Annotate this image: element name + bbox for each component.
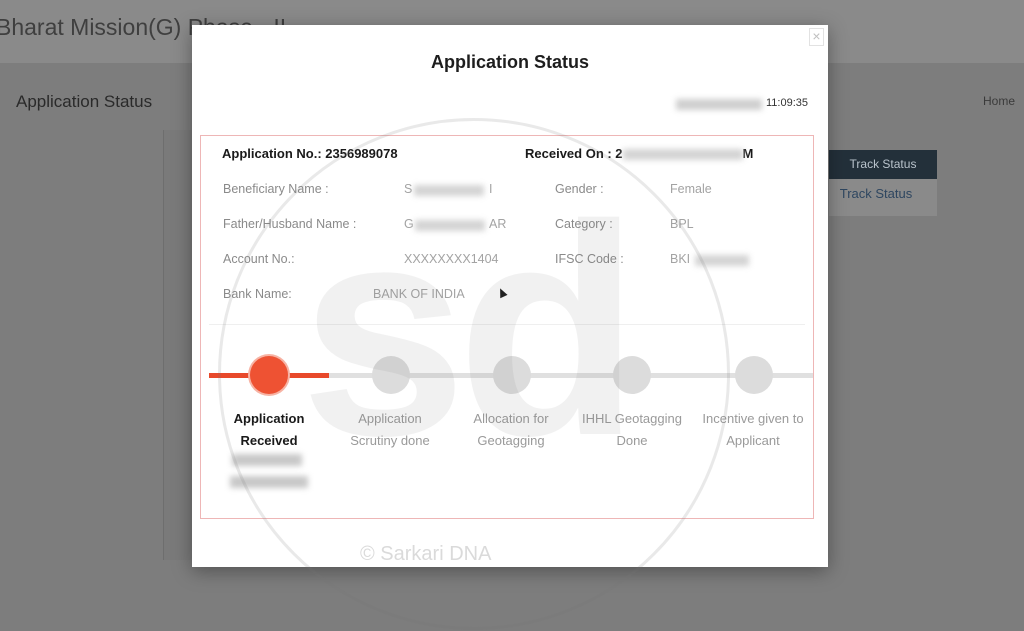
father-husband-name-redacted: [415, 220, 485, 231]
received-on-redacted: [622, 149, 743, 161]
close-icon[interactable]: ×: [809, 28, 824, 46]
step-dot-ihhl-geotagging: [613, 356, 651, 394]
bank-name-label: Bank Name:: [223, 287, 292, 301]
received-on: Received On : 2 M: [525, 146, 753, 161]
step-label-allocation-geotagging: Allocation for Geotagging: [451, 408, 571, 452]
step-label-line: Allocation for: [473, 411, 549, 426]
step-label-line: IHHL Geotagging: [582, 411, 682, 426]
step-dot-allocation-geotagging: [493, 356, 531, 394]
ifsc-code-label: IFSC Code :: [555, 252, 624, 266]
received-on-label: Received On : 2: [525, 146, 623, 161]
details-divider: [209, 324, 805, 325]
received-date-redacted: [232, 454, 302, 466]
received-time-redacted: [230, 476, 308, 488]
home-link[interactable]: Home: [983, 94, 1015, 108]
step-label-line: Scrutiny done: [350, 433, 430, 448]
step-dot-application-received: [250, 356, 288, 394]
beneficiary-name-redacted: [414, 185, 484, 196]
page-heading: Application Status: [16, 92, 153, 111]
step-label-application-received: Application Received: [209, 408, 329, 452]
gender-label: Gender :: [555, 182, 604, 196]
account-number-value: XXXXXXXX1404: [404, 252, 499, 266]
timestamp: 11:09:35: [766, 97, 809, 109]
step-dot-application-scrutiny: [372, 356, 410, 394]
step-label-line: Application: [358, 411, 422, 426]
father-husband-name-label: Father/Husband Name :: [223, 217, 357, 231]
father-husband-name-value: G: [404, 217, 414, 231]
side-menu-item-track-status-active[interactable]: Track Status: [829, 150, 937, 179]
step-label-incentive-given: Incentive given to Applicant: [693, 408, 813, 452]
beneficiary-name-label: Beneficiary Name :: [223, 182, 329, 196]
step-label-line: Done: [616, 433, 648, 448]
beneficiary-name-tail: I: [489, 182, 493, 196]
application-details-panel: Application No.: 2356989078 Received On …: [200, 135, 814, 519]
step-label-line: Applicant: [726, 433, 780, 448]
step-label-line: Received: [240, 433, 298, 448]
step-label-line: Application: [233, 411, 305, 426]
received-on-suffix: M: [742, 146, 754, 161]
bank-name-value: BANK OF INDIA: [373, 287, 465, 301]
category-label: Category :: [555, 217, 613, 231]
application-status-modal: × Application Status 11:09:35 Applicatio…: [192, 25, 828, 567]
step-label-line: Geotagging: [477, 433, 545, 448]
step-dot-incentive-given: [735, 356, 773, 394]
account-number-label: Account No.:: [223, 252, 295, 266]
step-label-application-scrutiny: Application Scrutiny done: [330, 408, 450, 452]
beneficiary-name-value: S: [404, 182, 413, 196]
ifsc-code-redacted: [695, 255, 749, 266]
side-menu-item-track-status[interactable]: Track Status: [829, 186, 923, 201]
step-label-line: Incentive given to: [702, 411, 804, 426]
step-label-ihhl-geotagging: IHHL Geotagging Done: [572, 408, 692, 452]
gender-value: Female: [670, 182, 712, 196]
modal-title: Application Status: [430, 52, 589, 72]
timestamp-redacted: [676, 99, 762, 110]
category-value: BPL: [670, 217, 694, 231]
ifsc-code-value: BKI: [670, 252, 691, 266]
application-number: Application No.: 2356989078: [222, 146, 398, 161]
father-husband-name-tail: AR: [489, 217, 507, 231]
